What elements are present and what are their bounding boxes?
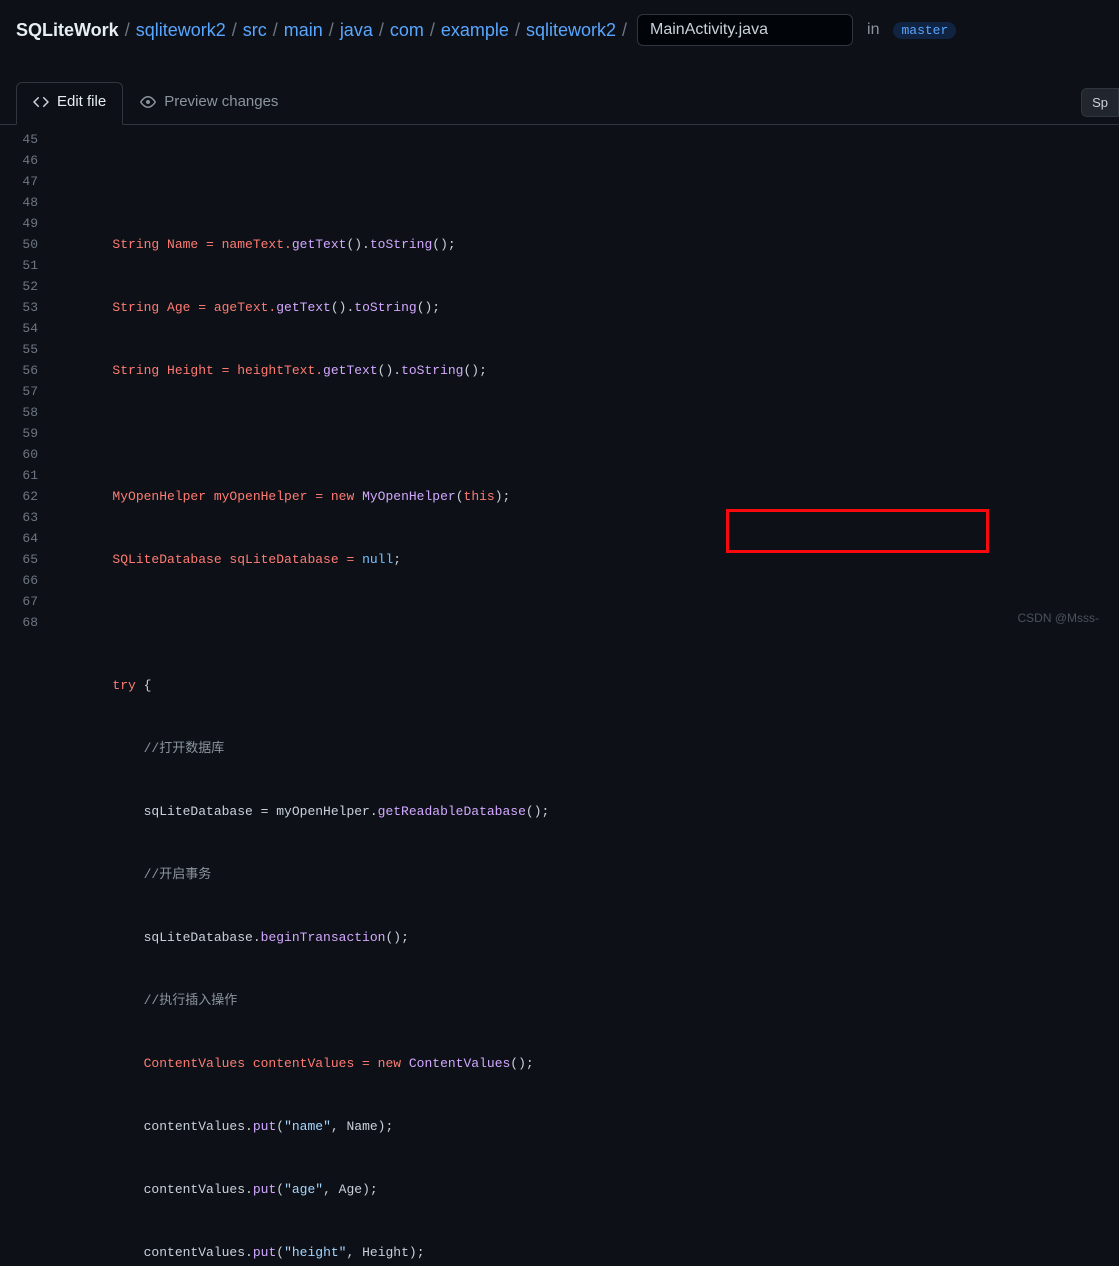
breadcrumb-link[interactable]: java (340, 20, 373, 41)
annotation-highlight-box (726, 509, 989, 553)
line-number: 51 (0, 255, 38, 276)
line-number: 54 (0, 318, 38, 339)
breadcrumb-link[interactable]: sqlitework2 (136, 20, 226, 41)
watermark: CSDN @Msss- (1017, 611, 1099, 625)
breadcrumb: SQLiteWork / sqlitework2 / src / main / … (0, 0, 1119, 62)
line-gutter: 4546474849505152535455565758596061626364… (0, 125, 50, 1266)
line-number: 66 (0, 570, 38, 591)
code-lines[interactable]: String Name = nameText.getText().toStrin… (50, 125, 1119, 1266)
tab-label: Edit file (57, 93, 106, 110)
tab-edit-file[interactable]: Edit file (16, 82, 123, 125)
breadcrumb-root[interactable]: SQLiteWork (16, 20, 119, 41)
line-number: 59 (0, 423, 38, 444)
breadcrumb-link[interactable]: example (441, 20, 509, 41)
line-number: 53 (0, 297, 38, 318)
line-number: 57 (0, 381, 38, 402)
in-label: in (867, 21, 879, 39)
breadcrumb-link[interactable]: main (284, 20, 323, 41)
line-number: 67 (0, 591, 38, 612)
line-number: 56 (0, 360, 38, 381)
code-icon (33, 94, 49, 110)
tab-preview-changes[interactable]: Preview changes (123, 82, 295, 124)
line-number: 62 (0, 486, 38, 507)
line-number: 64 (0, 528, 38, 549)
code-editor[interactable]: 4546474849505152535455565758596061626364… (0, 125, 1119, 1266)
breadcrumb-sep: / (125, 20, 130, 41)
eye-icon (140, 94, 156, 110)
line-number: 61 (0, 465, 38, 486)
breadcrumb-link[interactable]: com (390, 20, 424, 41)
tabs-row: Edit file Preview changes Sp (0, 82, 1119, 125)
line-number: 55 (0, 339, 38, 360)
filename-input[interactable] (637, 14, 853, 46)
line-number: 48 (0, 192, 38, 213)
line-number: 52 (0, 276, 38, 297)
line-number: 45 (0, 129, 38, 150)
line-number: 60 (0, 444, 38, 465)
right-action-button[interactable]: Sp (1081, 88, 1119, 117)
line-number: 46 (0, 150, 38, 171)
breadcrumb-link[interactable]: src (243, 20, 267, 41)
line-number: 50 (0, 234, 38, 255)
line-number: 68 (0, 612, 38, 633)
tab-label: Preview changes (164, 93, 278, 110)
line-number: 65 (0, 549, 38, 570)
line-number: 49 (0, 213, 38, 234)
branch-badge: master (893, 22, 956, 39)
breadcrumb-link[interactable]: sqlitework2 (526, 20, 616, 41)
line-number: 47 (0, 171, 38, 192)
line-number: 63 (0, 507, 38, 528)
line-number: 58 (0, 402, 38, 423)
